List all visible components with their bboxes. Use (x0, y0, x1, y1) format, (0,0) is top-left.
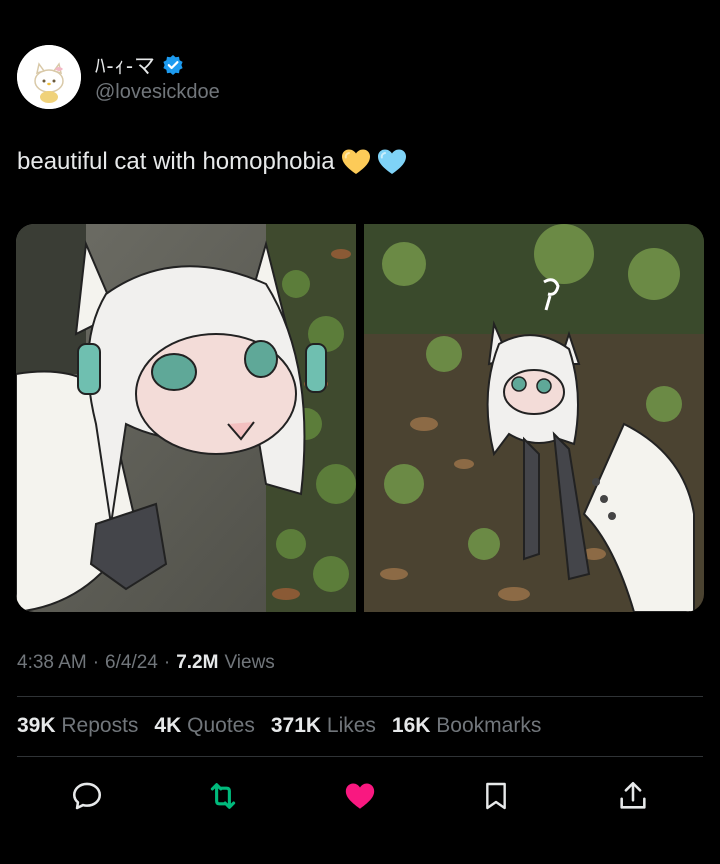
views-label: Views (224, 652, 275, 673)
verified-badge-icon (162, 54, 184, 76)
cat-drawing-closeup-image (16, 224, 356, 612)
tweet-header: ﾊ-ｨ-マ @lovesickdoe (17, 44, 220, 110)
cat-drawing-garden-image (364, 224, 704, 612)
views-count: 7.2M (176, 652, 219, 673)
blue-heart-icon (377, 148, 407, 176)
display-name[interactable]: ﾊ-ｨ-マ (95, 50, 156, 80)
separator-dot: · (163, 652, 171, 673)
bookmark-button[interactable] (476, 776, 516, 816)
separator-dot: · (92, 652, 100, 673)
avatar[interactable] (17, 45, 81, 109)
share-icon (620, 781, 646, 809)
divider (17, 756, 703, 757)
photo-2[interactable] (364, 224, 704, 612)
tweet-meta: 4:38 AM · 6/4/24 · 7.2M Views (17, 652, 275, 674)
hello-kitty-avatar-icon (17, 45, 81, 109)
reply-icon (72, 782, 102, 810)
tweet-time[interactable]: 4:38 AM (17, 652, 87, 674)
tweet-date[interactable]: 6/4/24 (105, 652, 158, 674)
stat-count: 371K (270, 714, 322, 737)
stat-quotes[interactable]: 4K Quotes (154, 714, 254, 738)
tweet-body: beautiful cat with homophobia (17, 148, 335, 175)
repost-button[interactable] (203, 776, 243, 816)
reply-button[interactable] (67, 776, 107, 816)
stat-bookmarks[interactable]: 16K Bookmarks (392, 714, 541, 738)
share-button[interactable] (613, 776, 653, 816)
like-icon (345, 783, 375, 809)
tweet-text: beautiful cat with homophobia (17, 148, 407, 176)
stat-label: Reposts (61, 714, 139, 737)
engagement-stats: 39K Reposts 4K Quotes 371K Likes 16K Boo… (17, 714, 541, 738)
like-button[interactable] (340, 776, 380, 816)
stat-count: 16K (391, 714, 431, 737)
repost-icon (210, 783, 236, 809)
stat-label: Likes (326, 714, 376, 737)
stat-label: Bookmarks (436, 714, 542, 737)
yellow-heart-icon (341, 148, 371, 176)
divider (17, 696, 703, 697)
user-handle[interactable]: @lovesickdoe (95, 81, 220, 104)
stat-reposts[interactable]: 39K Reposts (17, 714, 138, 738)
stat-likes[interactable]: 371K Likes (271, 714, 376, 738)
bookmark-icon (486, 782, 506, 810)
stat-count: 39K (17, 714, 56, 737)
stat-label: Quotes (187, 714, 255, 737)
action-bar (0, 776, 720, 816)
stat-count: 4K (154, 714, 182, 737)
photo-1[interactable] (16, 224, 356, 612)
media-grid (16, 224, 704, 612)
